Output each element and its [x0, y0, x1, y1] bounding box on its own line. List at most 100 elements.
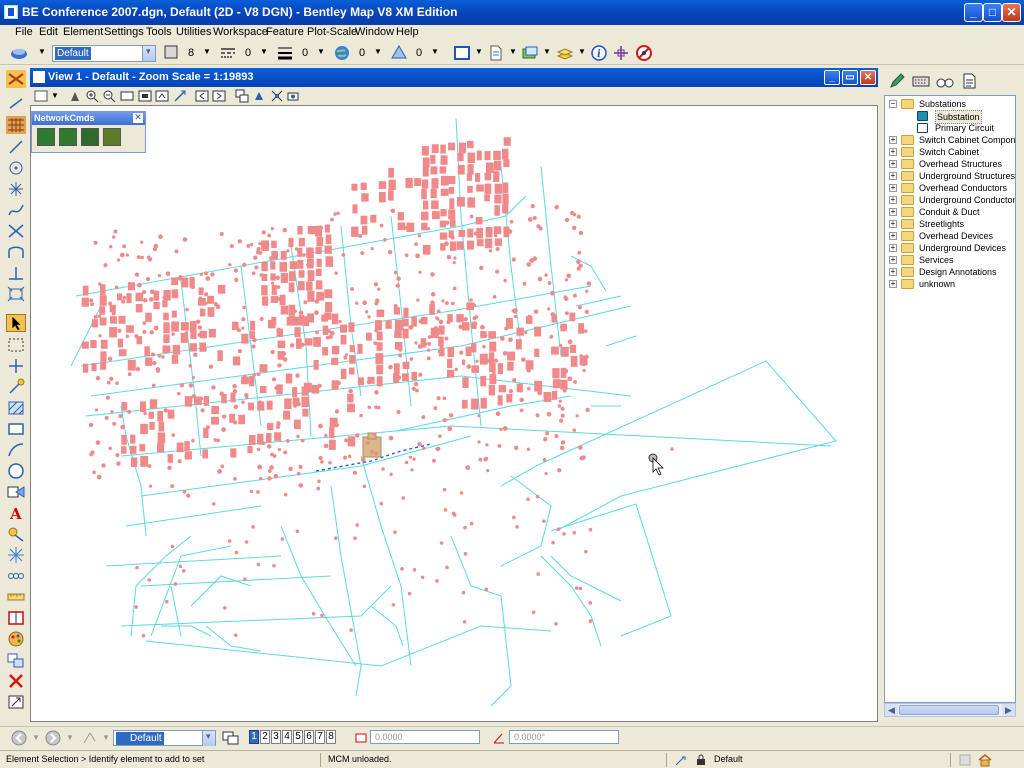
tree-item-conduit-duct[interactable]: + Conduit & Duct	[885, 206, 1015, 218]
angle-input[interactable]: 0.0000°	[509, 730, 619, 744]
scale-icon[interactable]	[6, 693, 26, 711]
rectangle-tool-icon[interactable]	[6, 420, 26, 438]
expand-icon[interactable]: +	[889, 208, 897, 216]
expand-icon[interactable]: +	[889, 256, 897, 264]
angle-lock-icon[interactable]	[492, 731, 506, 745]
menu-feature[interactable]: Feature	[266, 26, 304, 38]
view-6-button[interactable]: 6	[304, 730, 314, 744]
arc-curve-icon[interactable]	[6, 441, 26, 459]
tree-item-overhead-structures[interactable]: + Overhead Structures	[885, 158, 1015, 170]
fence-icon[interactable]	[6, 285, 26, 303]
place-point-icon[interactable]	[6, 378, 26, 396]
clip-volume-icon[interactable]	[270, 89, 284, 103]
snap-point-icon[interactable]	[6, 180, 26, 198]
arc-tool-icon[interactable]	[6, 243, 26, 261]
chevron-down-icon[interactable]: ▼	[51, 91, 59, 100]
feature-tree[interactable]: − Substations Substation Primary Circuit + Sw…	[884, 95, 1016, 703]
tree-item-switch-cabinet-compone[interactable]: + Switch Cabinet Compone	[885, 134, 1015, 146]
networkcmds-palette[interactable]: NetworkCmds ✕	[31, 111, 146, 153]
chevron-down-icon[interactable]: ▼	[32, 733, 40, 742]
chevron-down-icon[interactable]: ▼	[38, 47, 46, 56]
binoculars-icon[interactable]	[936, 72, 954, 90]
view-group-combo[interactable]: Default	[113, 730, 216, 746]
line-style-icon[interactable]	[219, 44, 237, 62]
menu-edit[interactable]: Edit	[39, 26, 58, 38]
view-7-button[interactable]: 7	[315, 730, 325, 744]
scroll-right-icon[interactable]: ▶	[1002, 704, 1015, 716]
expand-icon[interactable]: +	[889, 172, 897, 180]
menu-utilities[interactable]: Utilities	[176, 26, 211, 38]
tree-item-underground-devices[interactable]: + Underground Devices	[885, 242, 1015, 254]
chevron-down-icon[interactable]: ▼	[374, 47, 382, 56]
scroll-left-icon[interactable]: ◀	[885, 704, 898, 716]
bentley-app-icon[interactable]	[4, 5, 18, 19]
expand-icon[interactable]: +	[889, 220, 897, 228]
chevron-down-icon[interactable]: ▼	[543, 47, 551, 56]
no-entry-icon[interactable]	[635, 44, 653, 62]
scroll-thumb[interactable]	[899, 705, 999, 715]
tree-item-switch-cabinet[interactable]: + Switch Cabinet	[885, 146, 1015, 158]
close-button[interactable]: ✕	[1002, 3, 1021, 22]
expand-icon[interactable]: +	[889, 136, 897, 144]
color-swatch-icon[interactable]	[164, 45, 178, 59]
back-icon[interactable]	[10, 729, 28, 747]
dimension-icon[interactable]	[6, 525, 26, 543]
chevron-down-icon[interactable]: ▼	[102, 733, 110, 742]
distance-input[interactable]: 0.0000	[370, 730, 480, 744]
view-minimize-button[interactable]: _	[824, 70, 840, 85]
tree-item-overhead-conductors[interactable]: + Overhead Conductors	[885, 182, 1015, 194]
view-attributes-icon[interactable]	[34, 89, 48, 103]
camera-icon[interactable]	[287, 89, 301, 103]
chevron-down-icon[interactable]: ▼	[509, 47, 517, 56]
selection-box-icon[interactable]	[6, 336, 26, 354]
network-flag-icon[interactable]	[81, 128, 99, 146]
expand-icon[interactable]: +	[889, 280, 897, 288]
tree-item-unknown[interactable]: + unknown	[885, 278, 1015, 290]
expand-icon[interactable]: +	[889, 232, 897, 240]
tree-item-substation[interactable]: Substation	[885, 110, 1015, 124]
grid-tool-icon[interactable]	[6, 116, 26, 134]
tree-item-primary-circuit[interactable]: Primary Circuit	[885, 122, 1015, 134]
expand-icon[interactable]: +	[889, 268, 897, 276]
chevron-down-icon[interactable]: ▼	[317, 47, 325, 56]
palette-icon[interactable]	[6, 630, 26, 648]
menu-help[interactable]: Help	[396, 26, 419, 38]
crosshair-icon[interactable]	[6, 357, 26, 375]
lock-icon[interactable]	[694, 753, 708, 767]
network-connect-icon[interactable]	[59, 128, 77, 146]
expand-icon[interactable]: +	[889, 148, 897, 156]
fit-view-icon[interactable]	[138, 89, 152, 103]
report-icon[interactable]	[960, 72, 978, 90]
view-close-button[interactable]: ✕	[860, 70, 876, 85]
menu-tools[interactable]: Tools	[146, 26, 172, 38]
levels-icon[interactable]	[556, 44, 574, 62]
chevron-down-icon[interactable]: ▼	[66, 733, 74, 742]
zoom-out-icon[interactable]	[102, 89, 116, 103]
chevron-down-icon[interactable]: ▼	[578, 47, 586, 56]
element-attributes-icon[interactable]	[10, 44, 28, 62]
view-8-button[interactable]: 8	[326, 730, 336, 744]
window-area-icon[interactable]	[120, 89, 134, 103]
view-3-button[interactable]: 3	[271, 730, 281, 744]
priority-icon[interactable]	[390, 44, 408, 62]
edit-feature-icon[interactable]	[888, 72, 906, 90]
tree-item-underground-conductors[interactable]: + Underground Conductors	[885, 194, 1015, 206]
chevron-down-icon[interactable]: ▼	[431, 47, 439, 56]
hatch-icon[interactable]	[6, 399, 26, 417]
view-5-button[interactable]: 5	[293, 730, 303, 744]
info-icon[interactable]: i	[590, 44, 608, 62]
view-previous-icon[interactable]	[195, 89, 209, 103]
cell-placement-icon[interactable]	[6, 483, 26, 501]
tree-item-services[interactable]: + Services	[885, 254, 1015, 266]
view-groups-icon[interactable]	[222, 730, 240, 746]
gis-map-drawing[interactable]	[31, 106, 878, 722]
tree-item-underground-structures[interactable]: + Underground Structures	[885, 170, 1015, 182]
circle-tool-icon[interactable]	[6, 159, 26, 177]
pan-view-icon[interactable]	[173, 89, 187, 103]
chevron-down-icon[interactable]	[142, 46, 155, 61]
view-1-button[interactable]: 1	[249, 730, 259, 744]
update-view-icon[interactable]	[68, 89, 82, 103]
trim-icon[interactable]	[6, 609, 26, 627]
menu-plot-scale[interactable]: Plot-Scale	[307, 26, 357, 38]
menu-element[interactable]: Element	[63, 26, 103, 38]
